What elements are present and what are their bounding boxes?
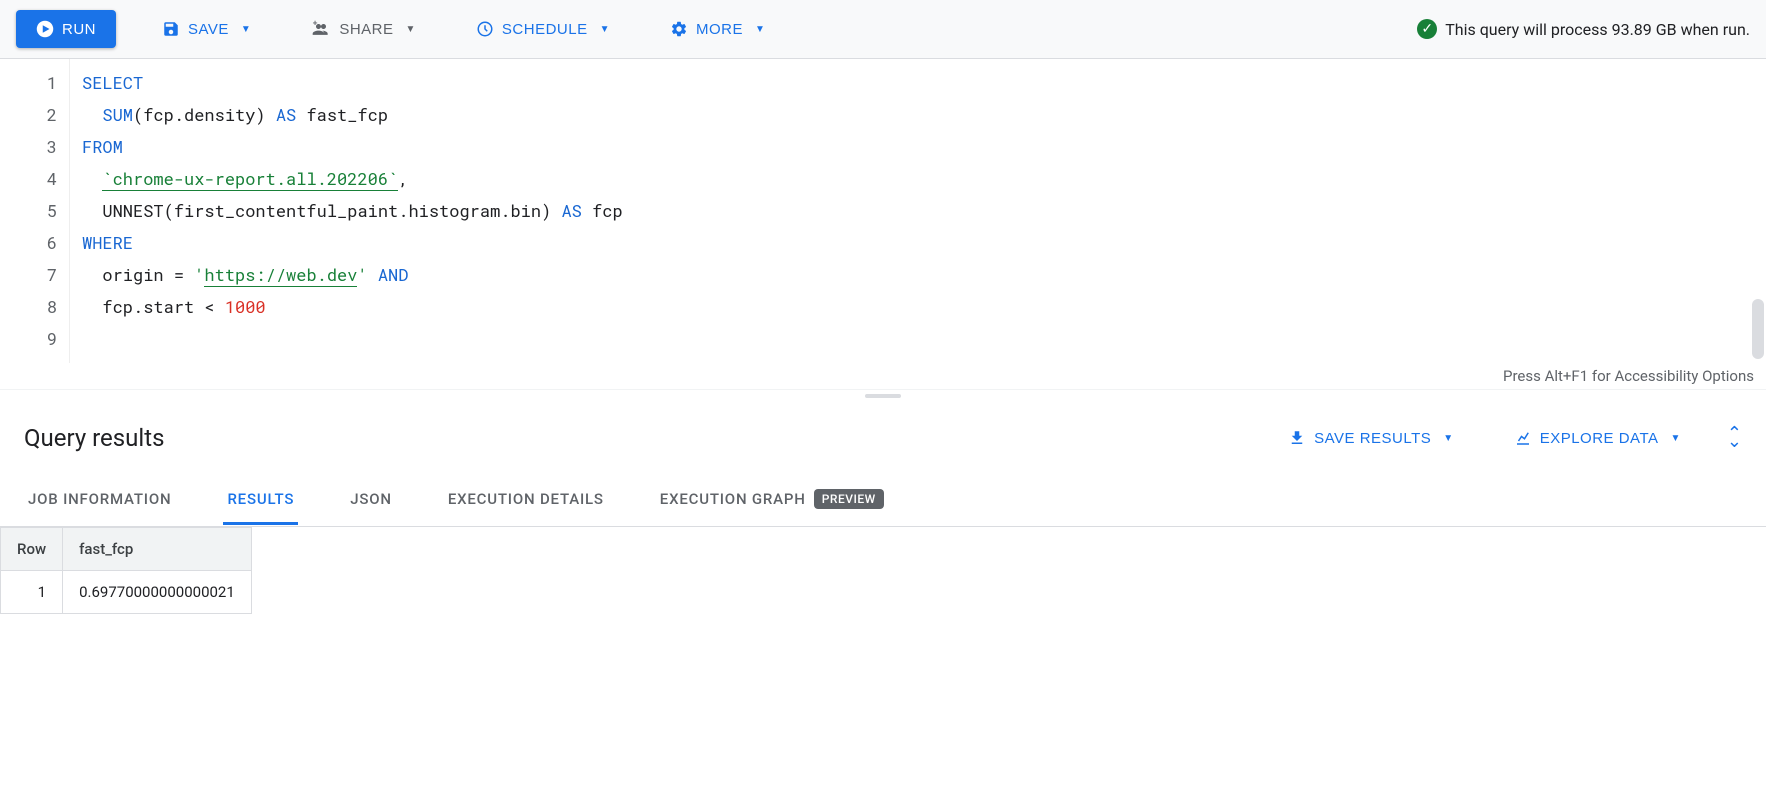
table-cell: 1	[1, 571, 63, 614]
schedule-label: SCHEDULE	[502, 21, 588, 38]
explore-data-button[interactable]: EXPLORE DATA ▼	[1500, 421, 1695, 455]
code-line: fcp.start < 1000	[82, 291, 1754, 323]
code-line: UNNEST(first_contentful_paint.histogram.…	[82, 195, 1754, 227]
chevron-down-icon: ▼	[406, 24, 416, 35]
more-label: MORE	[696, 21, 743, 38]
line-number: 2	[0, 99, 57, 131]
share-label: SHARE	[339, 21, 393, 38]
line-number: 7	[0, 259, 57, 291]
explore-data-label: EXPLORE DATA	[1540, 430, 1659, 447]
table-header: Row	[1, 528, 63, 571]
line-number: 1	[0, 67, 57, 99]
code-line: SELECT	[82, 67, 1754, 99]
results-tabs: JOB INFORMATION RESULTS JSON EXECUTION D…	[0, 463, 1766, 527]
line-number: 6	[0, 227, 57, 259]
gear-icon	[670, 20, 688, 38]
code-line: WHERE	[82, 227, 1754, 259]
line-number: 8	[0, 291, 57, 323]
status-text: This query will process 93.89 GB when ru…	[1445, 20, 1750, 39]
results-header: Query results SAVE RESULTS ▼ EXPLORE DAT…	[0, 401, 1766, 463]
code-line: `chrome-ux-report.all.202206`,	[82, 163, 1754, 195]
download-icon	[1288, 429, 1306, 447]
code-line	[82, 323, 1754, 355]
line-number: 9	[0, 323, 57, 355]
expand-collapse-icon[interactable]: ⌃⌄	[1727, 430, 1742, 446]
chevron-down-icon: ▼	[1671, 433, 1681, 444]
save-button[interactable]: SAVE ▼	[148, 12, 265, 46]
check-circle-icon: ✓	[1417, 19, 1437, 39]
results-table: Rowfast_fcp 10.69770000000000021	[0, 527, 252, 614]
code-line: SUM(fcp.density) AS fast_fcp	[82, 99, 1754, 131]
toolbar: RUN SAVE ▼ + SHARE ▼ SCHEDULE ▼ MORE ▼ ✓…	[0, 0, 1766, 59]
chevron-down-icon: ▼	[241, 24, 251, 35]
sql-editor[interactable]: 123456789 SELECT SUM(fcp.density) AS fas…	[0, 59, 1766, 363]
play-icon	[36, 20, 54, 38]
code-line: origin = 'https://web.dev' AND	[82, 259, 1754, 291]
table-row: 10.69770000000000021	[1, 571, 252, 614]
tab-execution-details[interactable]: EXECUTION DETAILS	[444, 476, 608, 525]
tab-results[interactable]: RESULTS	[223, 476, 298, 525]
line-number: 4	[0, 163, 57, 195]
query-status: ✓ This query will process 93.89 GB when …	[1417, 19, 1750, 39]
tab-execution-graph[interactable]: EXECUTION GRAPH PREVIEW	[656, 475, 888, 526]
svg-text:+: +	[313, 19, 318, 28]
run-button[interactable]: RUN	[16, 10, 116, 48]
table-cell: 0.69770000000000021	[63, 571, 252, 614]
scrollbar-thumb[interactable]	[1752, 299, 1764, 359]
code-line: FROM	[82, 131, 1754, 163]
preview-badge: PREVIEW	[814, 489, 884, 509]
schedule-button[interactable]: SCHEDULE ▼	[462, 12, 624, 46]
accessibility-hint: Press Alt+F1 for Accessibility Options	[0, 363, 1766, 389]
chevron-down-icon: ▼	[755, 24, 765, 35]
run-label: RUN	[62, 21, 96, 38]
chart-icon	[1514, 429, 1532, 447]
save-label: SAVE	[188, 21, 229, 38]
resize-handle[interactable]	[0, 389, 1766, 401]
more-button[interactable]: MORE ▼	[656, 12, 779, 46]
code-area[interactable]: SELECT SUM(fcp.density) AS fast_fcpFROM …	[70, 59, 1766, 363]
tab-job-information[interactable]: JOB INFORMATION	[24, 476, 175, 525]
share-button[interactable]: + SHARE ▼	[297, 11, 430, 47]
tab-json[interactable]: JSON	[346, 476, 396, 525]
line-number: 5	[0, 195, 57, 227]
line-gutter: 123456789	[0, 59, 70, 363]
save-icon	[162, 20, 180, 38]
chevron-down-icon: ▼	[1443, 433, 1453, 444]
results-title: Query results	[24, 424, 164, 452]
share-icon: +	[311, 19, 331, 39]
save-results-label: SAVE RESULTS	[1314, 430, 1431, 447]
table-header: fast_fcp	[63, 528, 252, 571]
line-number: 3	[0, 131, 57, 163]
save-results-button[interactable]: SAVE RESULTS ▼	[1274, 421, 1468, 455]
chevron-down-icon: ▼	[600, 24, 610, 35]
clock-icon	[476, 20, 494, 38]
